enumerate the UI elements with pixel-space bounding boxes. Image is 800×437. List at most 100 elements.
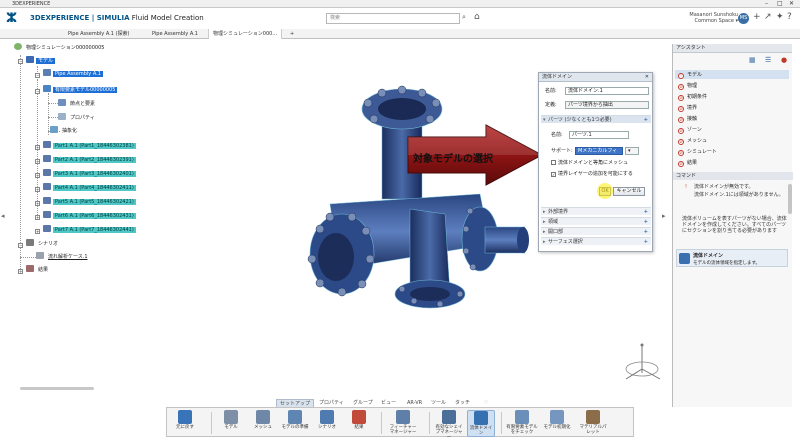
tab-touch[interactable]: タッチ xyxy=(452,399,473,407)
expand-toggle[interactable]: + xyxy=(18,269,23,274)
expand-toggle[interactable]: + xyxy=(35,201,40,206)
tab-setup[interactable]: セットアップ xyxy=(276,399,315,407)
expand-toggle[interactable]: + xyxy=(35,173,40,178)
search-input[interactable]: 検索 xyxy=(326,13,460,24)
command-card[interactable]: 流体ドメイン モデルの流体領域を指定します。 xyxy=(676,249,788,267)
tree-item-assembly[interactable]: Pipe Assembly A.1 xyxy=(43,69,103,78)
tab-groups[interactable]: グループ xyxy=(350,399,376,407)
tab-physics-simulation[interactable]: 物理シミュレーション000... xyxy=(208,29,283,39)
results-button[interactable]: 結果 xyxy=(345,410,373,430)
tab-view[interactable]: ビュー xyxy=(378,399,399,407)
tab-tools[interactable]: ツール xyxy=(428,399,449,407)
compass-axis-icon[interactable] xyxy=(620,339,664,389)
mesh-button[interactable]: メッシュ xyxy=(249,410,277,430)
support-field[interactable]: Mメカニカルフィー xyxy=(575,147,623,160)
assistant-item-model-label[interactable]: ! モデル xyxy=(678,71,702,79)
tree-item-part[interactable]: Part5 A.1 (Part5_18446302421) xyxy=(43,197,136,206)
tab-properties[interactable]: プロパティ xyxy=(316,399,347,407)
list-view-icon[interactable]: ☰ xyxy=(765,56,771,64)
assistant-scrollbar[interactable] xyxy=(788,184,792,214)
external-boundary-section[interactable]: ▸ 外部境界 + xyxy=(541,207,651,215)
help-icon[interactable]: ? xyxy=(787,12,792,22)
check-fe-model-button[interactable]: 有限要素モデルをチェック xyxy=(505,410,539,435)
avatar[interactable]: MS xyxy=(738,13,749,24)
tree-item-nodes-elements[interactable]: 節点と要素 xyxy=(58,99,97,108)
alert-icon[interactable]: ● xyxy=(781,56,787,64)
new-tab-button[interactable]: + xyxy=(286,29,298,39)
material-palette-button[interactable]: マテリアルパレット xyxy=(579,410,607,435)
tree-item-part[interactable]: Part7 A.1 (Part7_18446302441) xyxy=(43,225,136,234)
add-icon[interactable]: + xyxy=(753,12,761,22)
part-name-field[interactable]: パーツ.1 xyxy=(569,131,629,139)
assistant-item-physics[interactable]: ⊘ 物理 xyxy=(678,82,697,90)
tree-item-fe-model[interactable]: 有限要素モデル00000005 xyxy=(43,85,118,94)
search-icon[interactable]: ⌕ xyxy=(462,13,466,22)
tree-root[interactable]: 物理シミュレーション000000005 xyxy=(14,43,106,52)
tree-item-part[interactable]: Part3 A.1 (Part3_18446302401) xyxy=(43,169,136,178)
panel-title-bar[interactable]: 流体ドメイン ✕ xyxy=(539,73,652,82)
pipe-assembly-model[interactable] xyxy=(290,79,530,354)
compass-logo-icon[interactable]: ⵣ xyxy=(6,11,17,26)
expand-toggle[interactable]: + xyxy=(35,215,40,220)
undo-button[interactable]: 元に戻す xyxy=(171,410,199,430)
favorite-icon[interactable]: ♡ xyxy=(481,399,491,407)
tab-ar-vr[interactable]: AR-VR xyxy=(404,399,425,407)
region-section[interactable]: ▸ 領域 + xyxy=(541,217,651,225)
close-window-button[interactable]: ✕ xyxy=(789,0,794,8)
left-panel-toggle-icon[interactable]: ◂ xyxy=(1,212,5,220)
model-prep-button[interactable]: モデルの準備 xyxy=(281,410,309,430)
maximize-button[interactable]: □ xyxy=(777,0,783,8)
assistant-item-contact[interactable]: ⊘ 接触 xyxy=(678,115,697,123)
fluid-domain-button[interactable]: 流体ドメイン xyxy=(467,410,495,437)
assistant-item-initial-conditions[interactable]: ⊘ 初期条件 xyxy=(678,93,707,101)
assistant-item-simulate[interactable]: ⊘ シミュレート xyxy=(678,148,717,156)
tab-pipe-assembly[interactable]: Pipe Assembly A.1 xyxy=(148,29,202,39)
assistant-item-boundaries[interactable]: ⊘ 境界 xyxy=(678,104,697,112)
collapse-toggle[interactable]: − xyxy=(18,59,23,64)
tree-item-abstraction[interactable]: 抽象化 xyxy=(50,126,79,135)
tree-item-flow-case[interactable]: 流れ解析ケース.1 xyxy=(36,252,90,261)
right-panel-toggle-icon[interactable]: ▸ xyxy=(662,212,666,220)
cancel-button[interactable]: キャンセル xyxy=(613,187,645,196)
tools-icon[interactable]: ✦ xyxy=(776,12,784,22)
timeline-slider[interactable] xyxy=(20,387,94,390)
name-field[interactable]: 流体ドメイン.1 xyxy=(565,87,649,95)
feature-manager-button[interactable]: フィーチャーマネージャー xyxy=(389,410,417,435)
model-button[interactable]: モデル xyxy=(217,410,245,430)
opening-section[interactable]: ▸ 開口部 + xyxy=(541,227,651,235)
assistant-item-results[interactable]: ⊘ 結果 xyxy=(678,159,697,167)
expand-toggle[interactable]: + xyxy=(35,159,40,164)
collapse-toggle[interactable]: − xyxy=(35,89,40,94)
share-icon[interactable]: ↗ xyxy=(764,12,772,22)
tree-item-model[interactable]: モデル xyxy=(26,56,56,65)
tree-item-results[interactable]: 結果 xyxy=(26,265,50,274)
tree-item-part[interactable]: Part6 A.1 (Part6_18446302431) xyxy=(43,211,136,220)
tag-icon[interactable]: ⌂ xyxy=(474,12,480,22)
tree-item-scenario[interactable]: シナリオ xyxy=(26,239,60,248)
collapse-toggle[interactable]: − xyxy=(18,243,23,248)
assistant-item-zones[interactable]: ⊘ ゾーン xyxy=(678,126,702,134)
expand-toggle[interactable]: + xyxy=(35,229,40,234)
tree-item-properties[interactable]: プロパティ xyxy=(58,113,97,122)
user-info[interactable]: Masanori Sunshoku Common Space ▾ xyxy=(680,12,738,24)
shape-manager-button[interactable]: 有効なシェイプマネージャー xyxy=(435,410,463,437)
conformal-mesh-checkbox[interactable]: 流体ドメインと等角にメッシュ xyxy=(551,159,628,167)
collapse-toggle[interactable]: − xyxy=(35,73,40,78)
tab-pipe-assembly-explore[interactable]: Pipe Assembly A.1 (探索) xyxy=(64,29,133,39)
assistant-item-mesh[interactable]: ⊘ メッシュ xyxy=(678,137,707,145)
surface-selection-section[interactable]: ▸ サーフェス選択 + xyxy=(541,237,651,245)
tree-item-part[interactable]: Part2 A.1 (Part2_18446302391) xyxy=(43,155,136,164)
boundary-layer-checkbox[interactable]: ✓ 境界レイヤーの追加を可能にする xyxy=(551,170,633,178)
support-select-button[interactable]: ▾ xyxy=(625,147,639,155)
expand-toggle[interactable]: + xyxy=(35,187,40,192)
tree-item-part[interactable]: Part1 A.1 (Part1_18446302381) xyxy=(43,141,136,150)
scenario-button[interactable]: シナリオ xyxy=(313,410,341,430)
parts-section-header[interactable]: ▾ パーツ (少なくとも1つ必要) + xyxy=(541,115,651,123)
minimize-button[interactable]: – xyxy=(765,0,768,8)
model-init-button[interactable]: モデル初期化 xyxy=(543,410,571,430)
expand-toggle[interactable]: + xyxy=(35,145,40,150)
close-icon[interactable]: ✕ xyxy=(645,73,649,82)
grid-view-icon[interactable]: ▦ xyxy=(749,56,756,64)
definition-select[interactable]: パーツ境界から抽出 xyxy=(565,101,649,109)
tree-item-part[interactable]: Part4 A.1 (Part4_18446302411) xyxy=(43,183,136,192)
